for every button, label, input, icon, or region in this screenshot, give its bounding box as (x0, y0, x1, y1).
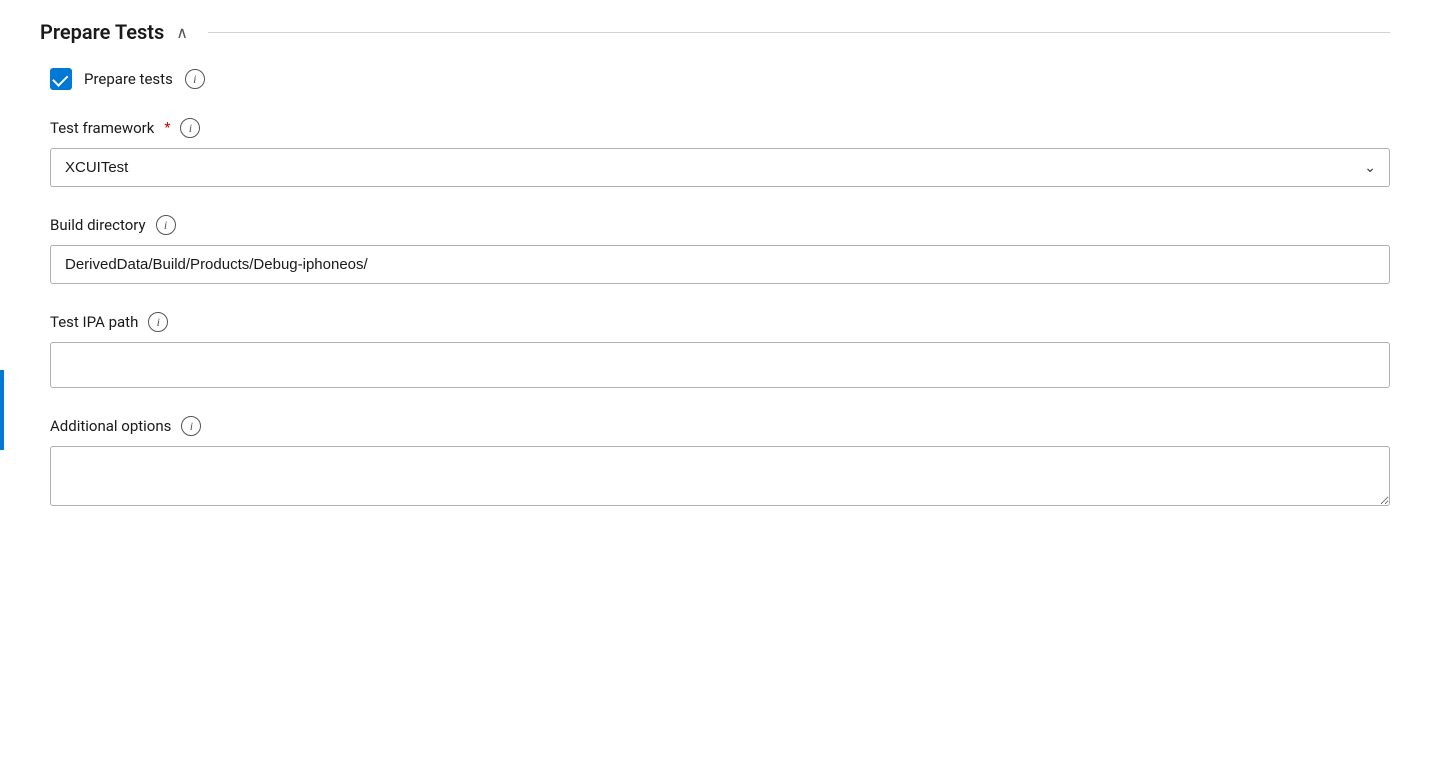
prepare-tests-info-icon[interactable]: i (185, 69, 205, 89)
collapse-icon[interactable]: ∧ (176, 23, 188, 42)
test-ipa-path-input[interactable] (50, 342, 1390, 388)
test-framework-label-row: Test framework * i (50, 118, 1390, 138)
build-directory-group: Build directory i (50, 215, 1390, 284)
prepare-tests-row: Prepare tests i (50, 68, 1390, 90)
build-directory-label-row: Build directory i (50, 215, 1390, 235)
additional-options-info-icon[interactable]: i (181, 416, 201, 436)
additional-options-group: Additional options i (50, 416, 1390, 510)
section-divider (208, 32, 1390, 33)
additional-options-label-row: Additional options i (50, 416, 1390, 436)
section-header: Prepare Tests ∧ (40, 20, 1390, 44)
test-ipa-path-label-row: Test IPA path i (50, 312, 1390, 332)
blue-accent-bar (0, 370, 4, 450)
section-title: Prepare Tests (40, 20, 164, 44)
test-ipa-path-group: Test IPA path i (50, 312, 1390, 388)
test-framework-label: Test framework (50, 119, 154, 137)
test-framework-group: Test framework * i XCUITest XCTest Appiu… (50, 118, 1390, 187)
test-framework-required: * (164, 120, 170, 136)
test-ipa-path-info-icon[interactable]: i (148, 312, 168, 332)
build-directory-input[interactable] (50, 245, 1390, 284)
prepare-tests-checkbox[interactable] (50, 68, 72, 90)
prepare-tests-label: Prepare tests (84, 70, 173, 88)
test-ipa-path-label: Test IPA path (50, 313, 138, 331)
form-section: Prepare tests i Test framework * i XCUIT… (40, 68, 1390, 510)
build-directory-label: Build directory (50, 216, 146, 234)
additional-options-label: Additional options (50, 417, 171, 435)
test-framework-info-icon[interactable]: i (180, 118, 200, 138)
test-framework-select[interactable]: XCUITest XCTest Appium (50, 148, 1390, 187)
additional-options-input[interactable] (50, 446, 1390, 506)
page-container: Prepare Tests ∧ Prepare tests i Test fra… (0, 0, 1430, 778)
test-framework-select-wrapper: XCUITest XCTest Appium ⌄ (50, 148, 1390, 187)
build-directory-info-icon[interactable]: i (156, 215, 176, 235)
